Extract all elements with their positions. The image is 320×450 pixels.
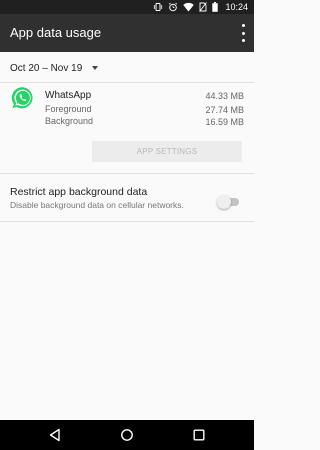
battery-icon	[212, 2, 219, 12]
content: Oct 20 – Nov 19 WhatsApp 44.33 MB Foregr…	[0, 52, 254, 420]
background-value: 16.59 MB	[205, 117, 244, 127]
date-range-selector[interactable]: Oct 20 – Nov 19	[10, 61, 99, 75]
toggle-thumb	[217, 195, 231, 209]
whatsapp-icon	[11, 87, 33, 109]
date-range-label: Oct 20 – Nov 19	[10, 62, 83, 74]
dropdown-arrow-icon	[92, 66, 99, 70]
restrict-background-title: Restrict app background data	[10, 186, 148, 198]
more-vert-icon[interactable]	[240, 24, 246, 42]
divider	[0, 173, 254, 174]
app-name: WhatsApp	[45, 90, 92, 101]
vibrate-icon	[154, 3, 163, 11]
divider	[0, 221, 254, 222]
total-usage: 44.33 MB	[205, 91, 244, 101]
foreground-label: Foreground	[45, 104, 92, 114]
wifi-icon	[183, 2, 195, 12]
recents-icon[interactable]	[192, 428, 206, 442]
app-settings-button[interactable]: APP SETTINGS	[92, 141, 242, 162]
background-label: Background	[45, 116, 94, 126]
status-bar: 10:24	[0, 0, 254, 14]
divider	[0, 82, 254, 83]
foreground-value: 27.74 MB	[205, 105, 244, 115]
app-bar: App data usage	[0, 14, 254, 52]
navigation-bar	[0, 420, 254, 450]
restrict-background-toggle[interactable]	[217, 195, 239, 209]
back-icon[interactable]	[48, 428, 62, 442]
home-icon[interactable]	[120, 428, 134, 442]
page-title: App data usage	[10, 25, 102, 40]
status-clock: 10:24	[225, 2, 248, 12]
restrict-background-subtitle: Disable background data on cellular netw…	[10, 200, 184, 210]
no-sim-icon	[199, 2, 208, 12]
alarm-icon	[169, 2, 178, 12]
status-icons: 10:24	[153, 1, 248, 13]
